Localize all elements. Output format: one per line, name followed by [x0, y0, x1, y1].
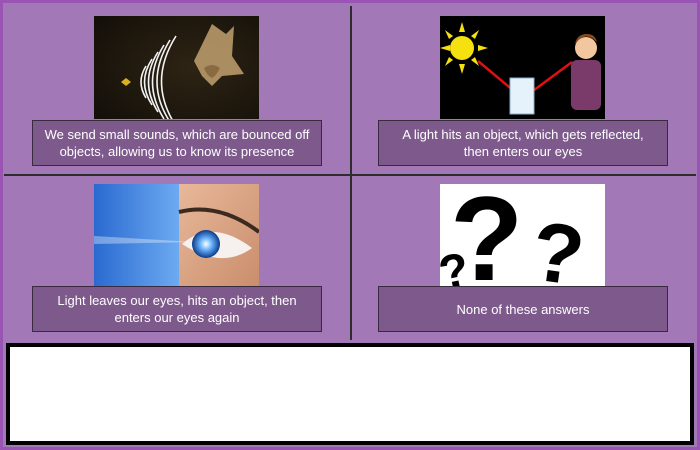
answer-option-4-label: None of these answers: [456, 301, 590, 317]
feedback-panel: [6, 343, 694, 445]
answer-option-3-label: Light leaves our eyes, hits an object, t…: [57, 293, 297, 325]
answer-option-3[interactable]: Light leaves our eyes, hits an object, t…: [32, 286, 322, 332]
answer-option-1-label: We send small sounds, which are bounced …: [44, 127, 310, 159]
eye-light-beam-image[interactable]: [94, 184, 259, 287]
bat-echolocation-image[interactable]: [94, 16, 259, 119]
option-cell-3[interactable]: Light leaves our eyes, hits an object, t…: [4, 176, 350, 344]
answer-option-2[interactable]: A light hits an object, which gets refle…: [378, 120, 668, 166]
option-cell-4[interactable]: ? ? ? None of these answers: [352, 176, 698, 344]
answer-option-2-label: A light hits an object, which gets refle…: [402, 127, 644, 159]
sun-reflection-image[interactable]: [440, 16, 605, 119]
option-cell-1[interactable]: We send small sounds, which are bounced …: [4, 6, 350, 174]
question-marks-image[interactable]: ? ? ?: [440, 184, 605, 287]
answer-option-1[interactable]: We send small sounds, which are bounced …: [32, 120, 322, 166]
option-cell-2[interactable]: A light hits an object, which gets refle…: [352, 6, 698, 174]
answer-option-4[interactable]: None of these answers: [378, 286, 668, 332]
